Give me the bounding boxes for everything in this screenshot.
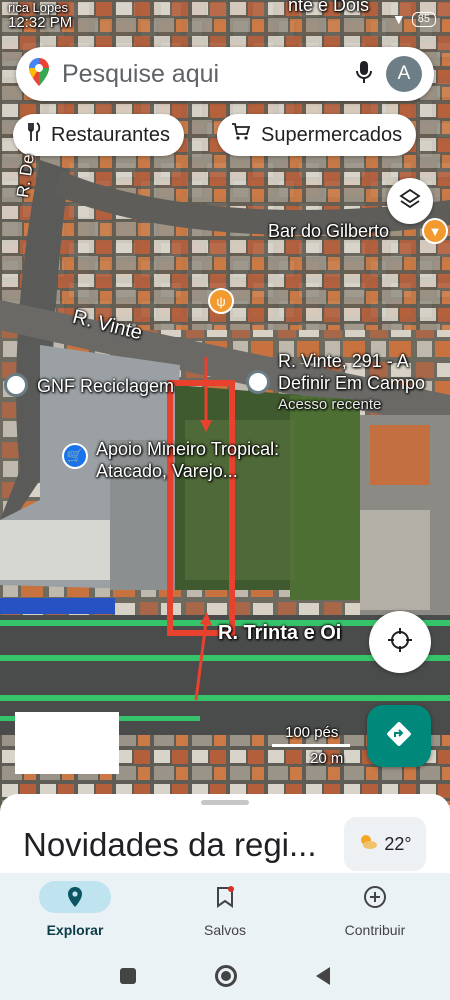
weather-chip[interactable]: 22° <box>344 817 426 871</box>
nav-contribuir[interactable]: Contribuir <box>300 873 450 951</box>
nav-label: Explorar <box>46 922 104 938</box>
back-icon[interactable] <box>316 966 331 985</box>
system-navigation-bar <box>0 951 450 1000</box>
recent-access-label: Acesso recente <box>278 396 382 413</box>
street-label-r-trinta: R. Trinta e Oi <box>218 622 342 644</box>
chip-label: Supermercados <box>261 123 403 146</box>
sheet-drag-handle[interactable] <box>201 800 249 805</box>
shopping-pin-icon[interactable]: 🛒 <box>62 443 88 469</box>
status-bar-left: rica Lopes 12:32 PM <box>8 1 73 31</box>
layers-icon <box>399 188 421 215</box>
layers-button[interactable] <box>387 178 433 224</box>
bar-pin-icon[interactable]: ▼ <box>422 218 448 244</box>
place-label-address[interactable]: R. Vinte, 291 - A Definir Em Campo Acess… <box>278 350 425 416</box>
restaurant-pin-icon[interactable]: ψ <box>208 288 234 314</box>
home-icon[interactable] <box>214 964 237 987</box>
scale-meters: 20 m <box>310 750 344 767</box>
nav-label: Contribuir <box>344 922 406 938</box>
crosshair-icon <box>386 626 414 659</box>
nav-salvos[interactable]: Salvos <box>150 873 300 951</box>
apoio-line2: Atacado, Varejo... <box>96 461 238 481</box>
my-location-button[interactable] <box>369 611 431 673</box>
top-street-label: nte e Dois <box>288 0 370 15</box>
microphone-icon[interactable] <box>356 60 372 89</box>
search-bar[interactable]: Pesquise aqui A <box>16 47 434 101</box>
place-label-gnf[interactable]: GNF Reciclagem <box>37 375 174 397</box>
scale-feet: 100 pés <box>285 724 339 741</box>
recent-location-pin-icon[interactable] <box>246 370 270 394</box>
temperature: 22° <box>384 833 412 854</box>
directions-button[interactable] <box>367 705 431 767</box>
place-label-apoio[interactable]: Apoio Mineiro Tropical: Atacado, Varejo.… <box>96 438 279 482</box>
fork-knife-icon <box>27 122 41 148</box>
sheet-title[interactable]: Novidades da regi... <box>23 826 317 864</box>
apoio-line1: Apoio Mineiro Tropical: <box>96 439 280 459</box>
place-label-bar[interactable]: Bar do Gilberto <box>268 220 389 242</box>
gnf-pin-icon[interactable] <box>4 373 28 397</box>
cart-icon <box>231 123 251 147</box>
bottom-navigation: Explorar Salvos Contribuir <box>0 873 450 951</box>
recents-icon[interactable] <box>119 967 136 984</box>
account-avatar[interactable]: A <box>386 56 422 92</box>
partly-sunny-icon <box>358 833 378 856</box>
bookmark-icon <box>189 881 261 913</box>
chip-restaurantes[interactable]: Restaurantes <box>13 114 184 156</box>
nav-explorar[interactable]: Explorar <box>0 873 150 951</box>
add-circle-icon <box>339 881 411 913</box>
address-line2: Definir Em Campo <box>278 373 426 393</box>
chip-label: Restaurantes <box>51 123 170 146</box>
maps-logo-icon <box>28 57 50 92</box>
chip-supermercados[interactable]: Supermercados <box>217 114 417 156</box>
wifi-icon: ▼ <box>391 11 406 27</box>
search-input[interactable]: Pesquise aqui <box>62 60 356 89</box>
carrier-label: rica Lopes <box>8 0 68 15</box>
status-time: 12:32 PM <box>8 14 73 31</box>
status-bar-right: ▼ 85 <box>392 11 436 27</box>
address-line1: R. Vinte, 291 - A <box>278 351 409 371</box>
directions-icon <box>386 721 412 752</box>
nav-label: Salvos <box>203 922 247 938</box>
explore-pin-icon <box>39 881 111 913</box>
scale-bar <box>272 744 350 747</box>
battery-indicator: 85 <box>411 11 436 27</box>
